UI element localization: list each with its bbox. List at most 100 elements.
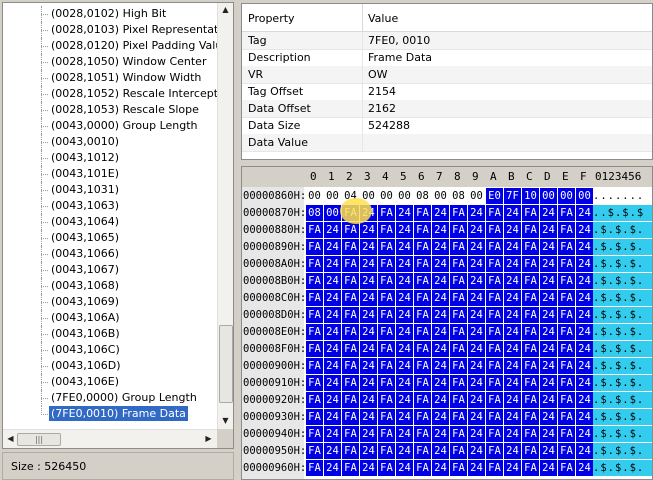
tree-item[interactable]: (0028,1053) Rescale Slope [3,102,217,118]
hex-byte[interactable]: FA [522,256,539,272]
hex-byte[interactable]: FA [558,307,575,323]
tree-vertical-scroll-thumb[interactable] [219,325,233,403]
hex-byte[interactable]: FA [306,409,323,425]
hex-byte[interactable]: 24 [504,273,521,289]
hex-byte[interactable]: 24 [432,307,449,323]
tree-vertical-scrollbar[interactable]: ▲ ▼ [217,3,233,429]
hex-byte[interactable]: FA [378,324,395,340]
hex-ascii-row[interactable]: .$.$.$. [593,222,652,238]
hex-byte[interactable]: FA [378,239,395,255]
hex-ascii-row[interactable]: ....... [593,188,652,204]
hex-byte[interactable]: FA [486,341,503,357]
tree-item[interactable]: (7FE0,0010) Frame Data [3,406,217,422]
hex-byte[interactable]: FA [306,375,323,391]
hex-byte[interactable]: FA [486,307,503,323]
hex-byte[interactable]: 24 [396,443,413,459]
hex-byte[interactable]: FA [558,358,575,374]
hex-byte[interactable]: 24 [360,375,377,391]
hex-byte[interactable]: FA [522,409,539,425]
hex-byte[interactable]: 24 [432,324,449,340]
hex-byte[interactable]: 24 [324,392,341,408]
hex-byte[interactable]: 24 [504,307,521,323]
hex-byte[interactable]: FA [342,290,359,306]
hex-ascii-row[interactable]: .$.$.$. [593,375,652,391]
tree-item-text[interactable]: (0028,1053) Rescale Slope [49,102,201,117]
property-row[interactable]: Description Frame Data [242,49,652,67]
hex-byte[interactable]: 24 [468,239,485,255]
hex-byte[interactable]: FA [486,222,503,238]
tree-item[interactable]: (0028,1052) Rescale Intercept [3,86,218,102]
hex-byte[interactable]: 00 [540,188,557,204]
tree-horizontal-scrollbar[interactable]: ◀ ||| ▶ [3,429,217,448]
hex-byte[interactable]: 24 [468,307,485,323]
hex-byte[interactable]: FA [558,256,575,272]
hex-byte[interactable]: FA [342,273,359,289]
hex-byte[interactable]: FA [306,358,323,374]
hex-byte[interactable]: FA [342,222,359,238]
hex-byte[interactable]: 24 [432,426,449,442]
hex-byte[interactable]: 24 [504,222,521,238]
hex-byte[interactable]: 24 [360,290,377,306]
hex-byte[interactable]: 24 [540,392,557,408]
hex-byte[interactable]: FA [414,239,431,255]
hex-byte[interactable]: FA [306,324,323,340]
hex-byte[interactable]: 24 [540,324,557,340]
hex-ascii-row[interactable]: .$.$.$. [593,426,652,442]
hex-byte[interactable]: 24 [468,290,485,306]
hex-ascii-row[interactable]: .$.$.$. [593,341,652,357]
hex-byte[interactable]: E0 [486,188,503,204]
property-row[interactable]: Data Offset 2162 [242,100,652,118]
hex-byte[interactable]: 24 [432,409,449,425]
tree-item-text[interactable]: (0043,1064) [49,214,121,229]
tree-item-text[interactable]: (0043,106E) [49,374,121,389]
tree-item-text[interactable]: (0043,1067) [49,262,121,277]
hex-byte[interactable]: 24 [504,409,521,425]
hex-byte[interactable]: FA [342,307,359,323]
hex-byte[interactable]: FA [486,358,503,374]
hex-byte[interactable]: 24 [324,375,341,391]
hex-byte[interactable]: FA [522,239,539,255]
hex-byte[interactable]: 24 [504,460,521,476]
hex-byte[interactable]: 24 [540,307,557,323]
hex-byte[interactable]: 24 [360,358,377,374]
hex-ascii-row[interactable]: .$.$.$. [593,324,652,340]
hex-byte[interactable]: 24 [468,256,485,272]
hex-byte[interactable]: 24 [324,324,341,340]
hex-byte[interactable]: 24 [432,239,449,255]
hex-byte[interactable]: 24 [576,239,593,255]
tree-item[interactable]: (0043,1012) [3,150,217,166]
tree-item-text[interactable]: (0028,1051) Window Width [49,70,203,85]
hex-byte[interactable]: FA [450,460,467,476]
hex-byte[interactable]: FA [558,392,575,408]
tree-horizontal-scroll-thumb[interactable]: ||| [17,433,61,446]
hex-byte[interactable]: 00 [324,205,341,221]
hex-byte[interactable]: 24 [540,222,557,238]
tree-item-text[interactable]: (7FE0,0010) Frame Data [49,406,188,421]
hex-byte[interactable]: FA [486,273,503,289]
hex-byte[interactable]: 24 [576,409,593,425]
hex-byte[interactable]: FA [342,239,359,255]
property-row[interactable]: Data Size 524288 [242,117,652,135]
hex-byte[interactable]: 24 [432,443,449,459]
tree-item[interactable]: (0043,1068) [3,278,217,294]
hex-byte[interactable]: 24 [396,205,413,221]
hex-byte[interactable]: FA [306,392,323,408]
tree-item-text[interactable]: (0028,0102) High Bit [49,6,168,21]
hex-byte[interactable]: FA [342,460,359,476]
hex-byte[interactable]: FA [414,290,431,306]
hex-byte[interactable]: 24 [324,307,341,323]
hex-byte[interactable]: FA [414,460,431,476]
tree-item-text[interactable]: (0043,0000) Group Length [49,118,200,133]
tree-item[interactable]: (0043,1031) [3,182,217,198]
tree-item[interactable]: (0028,0120) Pixel Padding Value [3,38,229,54]
hex-byte[interactable]: 24 [540,273,557,289]
hex-byte[interactable]: 24 [468,222,485,238]
hex-byte[interactable]: FA [306,256,323,272]
hex-ascii-row[interactable]: .$.$.$. [593,443,652,459]
hex-byte[interactable]: 24 [396,392,413,408]
hex-byte[interactable]: FA [486,426,503,442]
hex-byte[interactable]: 00 [306,188,323,204]
tree-item[interactable]: (0043,106C) [3,342,217,358]
tree-item-text[interactable]: (0043,1069) [49,294,121,309]
tree-item[interactable]: (0028,0102) High Bit [3,6,217,22]
